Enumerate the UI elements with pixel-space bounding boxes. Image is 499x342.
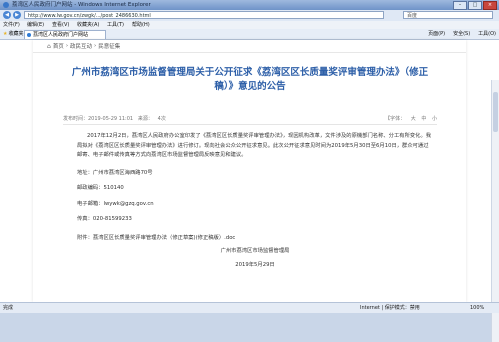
font-size-label: 【字体： (385, 116, 406, 122)
minimize-button[interactable]: – (453, 1, 467, 10)
command-page[interactable]: 页面(P) (428, 29, 445, 39)
font-small-button[interactable]: 小 (432, 116, 437, 122)
maximize-button[interactable]: □ (468, 1, 482, 10)
source-label: 来源： (137, 116, 153, 122)
article-paragraph: 2017年12月2日，荔湾区人民政府办公室印发了《荔湾区区长质量奖评审管理办法》… (77, 133, 432, 158)
contact-postcode: 邮政编码：510140 (77, 185, 124, 191)
font-medium-button[interactable]: 中 (421, 116, 426, 122)
breadcrumb: ⌂ 首页 › 政民互动 › 民意征集 (47, 42, 121, 51)
article-title: 广州市荔湾区市场监督管理局关于公开征求《荔湾区区长质量奖评审管理办法》（修正稿）… (71, 67, 429, 92)
menu-view[interactable]: 查看(V) (52, 21, 69, 29)
url-input[interactable]: http://www.lw.gov.cn/zwgk/.../post_24866… (24, 11, 384, 19)
close-button[interactable]: × (483, 1, 497, 10)
window-titlebar: 荔湾区人民政府门户网站 - Windows Internet Explorer … (0, 0, 499, 10)
menu-tools[interactable]: 工具(T) (107, 21, 124, 29)
favorites-bar: 收藏夹 荔湾区人民政府门户网站 页面(P) 安全(S) 工具(O) (0, 29, 499, 40)
signing-organization: 广州市荔湾区市场监督管理局 (220, 248, 290, 254)
breadcrumb-home[interactable]: 首页 (53, 42, 64, 50)
contact-address: 地址：广州市荔湾区海西路70号 (77, 169, 153, 176)
search-input[interactable]: 百度 (403, 11, 493, 19)
menu-bar: 文件(F) 编辑(E) 查看(V) 收藏夹(A) 工具(T) 帮助(H) (0, 21, 499, 29)
forward-icon[interactable]: ▶ (13, 11, 21, 19)
divider (63, 124, 437, 125)
signing-date: 2019年5月29日 (235, 261, 275, 268)
menu-file[interactable]: 文件(F) (3, 21, 20, 29)
status-bar: 完成 Internet | 保护模式：禁用 100% (0, 302, 499, 313)
command-tools[interactable]: 工具(O) (478, 29, 496, 39)
location-icon: ⌂ (47, 42, 51, 50)
command-bar: 页面(P) 安全(S) 工具(O) (428, 29, 496, 39)
contact-email: 电子邮箱：lwywk@gzq.gov.cn (77, 200, 154, 207)
menu-help[interactable]: 帮助(H) (132, 21, 150, 29)
scroll-thumb[interactable] (493, 92, 498, 132)
menu-edit[interactable]: 编辑(E) (27, 21, 44, 29)
window-title: 荔湾区人民政府门户网站 - Windows Internet Explorer (12, 2, 151, 8)
view-count: 4次 (157, 116, 166, 122)
font-large-button[interactable]: 大 (411, 116, 416, 122)
browser-tab[interactable]: 荔湾区人民政府门户网站 (24, 30, 106, 39)
favorites-button[interactable]: 收藏夹 (3, 29, 23, 39)
article-card: ⌂ 首页 › 政民互动 › 民意征集 广州市荔湾区市场监督管理局关于公开征求《荔… (33, 40, 466, 302)
attachment-link[interactable]: 附件：荔湾区区长质量奖评审管理办法（修正草案)(修正稿版）.doc (77, 234, 433, 244)
divider (33, 52, 466, 53)
menu-favorites[interactable]: 收藏夹(A) (77, 21, 99, 29)
publish-date: 发布时间：2019-05-29 11:01 (63, 116, 134, 122)
command-safety[interactable]: 安全(S) (453, 29, 470, 39)
back-icon[interactable]: ◀ (3, 11, 11, 19)
window-controls: – □ × (453, 1, 497, 10)
article-body: 2017年12月2日，荔湾区人民政府办公室印发了《荔湾区区长质量奖评审管理办法》… (77, 132, 433, 270)
contact-fax: 传真：020-81599233 (77, 216, 132, 222)
ie-icon (3, 2, 9, 8)
breadcrumb-interaction[interactable]: 政民互动 (70, 42, 92, 50)
page-viewport: ⌂ 首页 › 政民互动 › 民意征集 广州市荔湾区市场监督管理局关于公开征求《荔… (0, 40, 499, 342)
breadcrumb-survey[interactable]: 民意征集 (98, 42, 120, 50)
